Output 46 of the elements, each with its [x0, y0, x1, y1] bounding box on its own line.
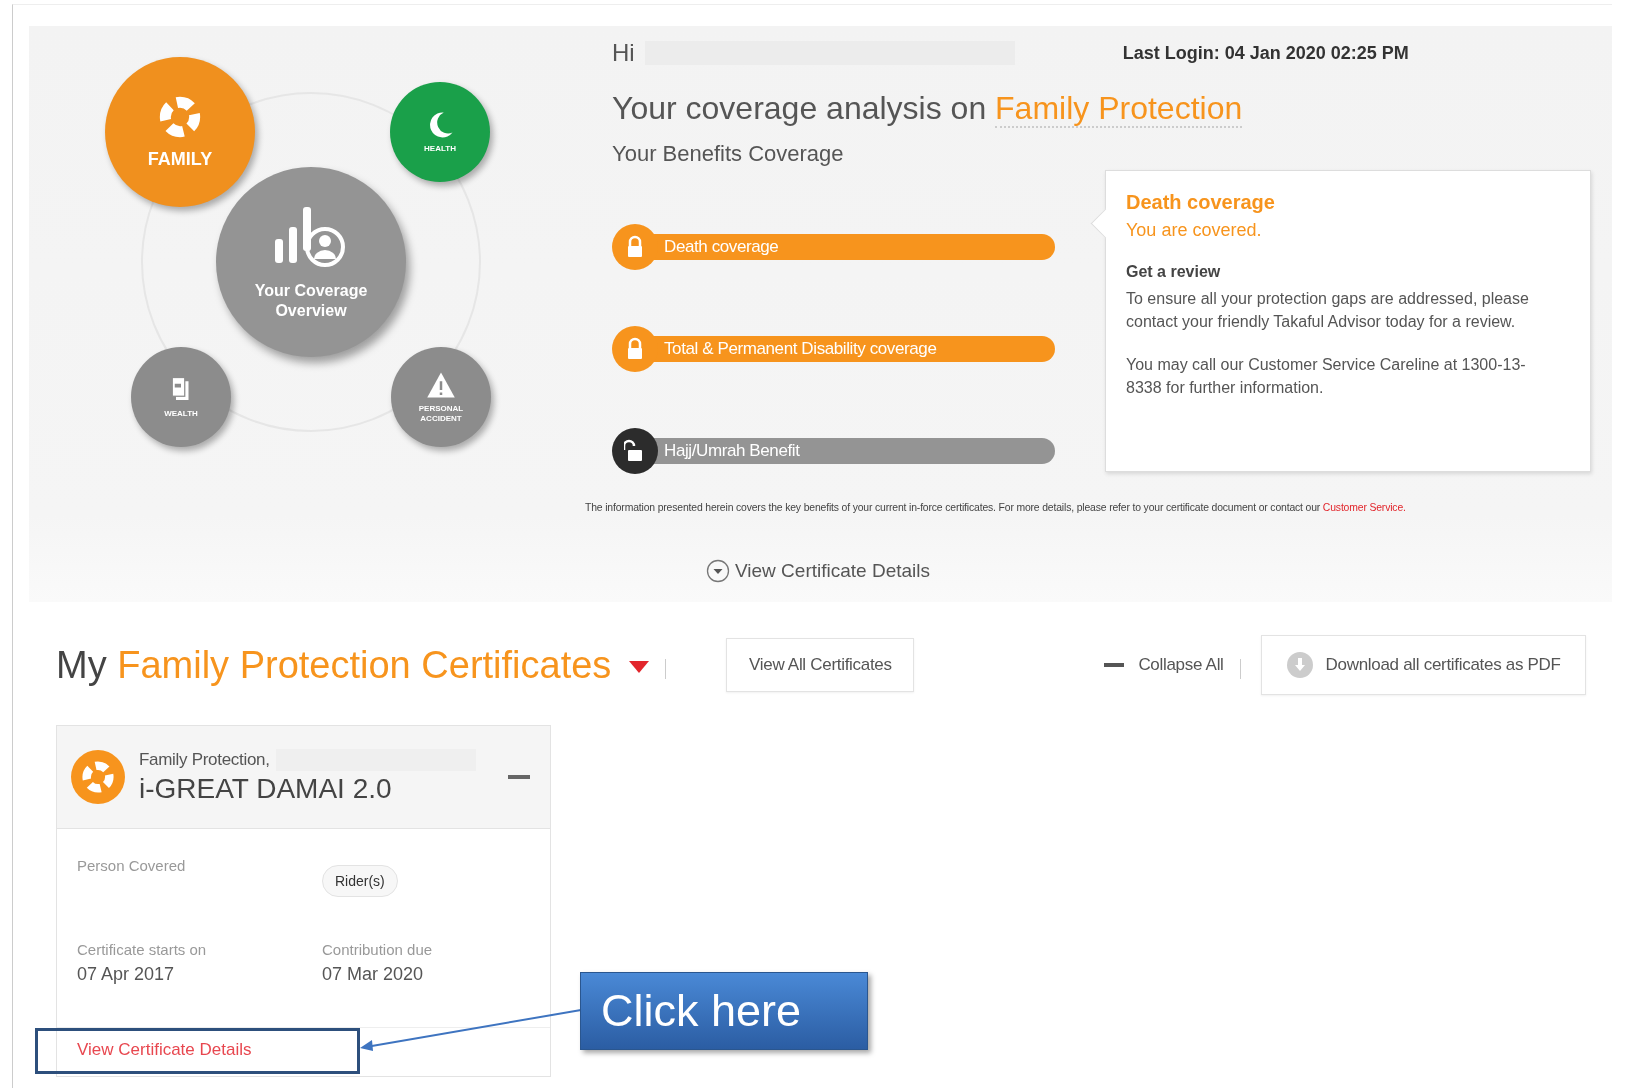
field-value: 07 Mar 2020	[322, 964, 425, 985]
click-here-callout: Click here	[580, 972, 868, 1050]
rider-tag[interactable]: Rider(s)	[322, 865, 398, 897]
circled-caret-down-icon	[706, 559, 730, 583]
customer-service-link[interactable]: Customer Service.	[1322, 502, 1406, 513]
benefits-subheading: Your Benefits Coverage	[612, 140, 845, 168]
popup-paragraph: You may call our Customer Service Careline at 1300-13-8338 for further information.	[1126, 355, 1527, 398]
field-label: Person Covered	[77, 857, 187, 876]
category-circle[interactable]: FAMILY	[105, 57, 255, 207]
category-label: HEALTH	[424, 144, 456, 154]
certificates-heading: My Family Protection Certificates	[56, 643, 612, 687]
benefit-bar[interactable]: Hajj/Umrah Benefit	[652, 438, 1055, 464]
field-label: Certificate starts on	[77, 941, 208, 958]
lifebuoy-icon	[158, 95, 202, 139]
view-certificate-details-toggle[interactable]: View Certificate Details	[706, 559, 930, 583]
disclaimer-text: The information presented herein covers the key benefits of your current in-force certificates. For more details, please refer to your certificate document or contact our Customer Service.	[585, 502, 1407, 513]
download-pdf-button[interactable]: Download all certificates as PDF	[1260, 635, 1586, 695]
product-name: i-GREAT DAMAI 2.0	[139, 773, 393, 805]
category-circle[interactable]: HEALTH	[390, 82, 490, 182]
greeting-text: Hi	[612, 39, 635, 67]
category-label: FAMILY	[147, 149, 213, 169]
overview-label: Your Coverage Overview	[253, 281, 369, 321]
last-login-text: Last Login: 04 Jan 2020 02:25 PM	[1122, 42, 1409, 64]
caret-down-icon[interactable]	[629, 661, 650, 675]
certificate-category: Family Protection,	[139, 750, 270, 770]
category-label: WEALTH	[164, 409, 198, 419]
view-certificate-details-link[interactable]: View Certificate Details	[77, 1040, 252, 1059]
download-icon	[1285, 651, 1314, 679]
warning-icon	[426, 370, 456, 400]
view-all-certificates-button[interactable]: View All Certificates	[726, 638, 915, 692]
field-label: Contribution due	[322, 941, 434, 958]
category-label: PERSONAL ACCIDENT	[417, 404, 465, 424]
overview-circle[interactable]: Your Coverage Overview	[216, 167, 406, 357]
benefit-bar[interactable]: Death coverage	[652, 234, 1055, 260]
popup-title: Death coverage	[1126, 191, 1276, 214]
benefit-bar[interactable]: Total & Permanent Disability coverage	[652, 336, 1055, 362]
lifebuoy-icon	[81, 760, 115, 794]
coverage-analysis-heading: Your coverage analysis on Family Protection	[612, 89, 1244, 128]
field-value: 07 Apr 2017	[77, 964, 176, 985]
category-circle[interactable]: PERSONAL ACCIDENT	[391, 347, 491, 447]
minus-icon	[1104, 663, 1125, 667]
review-heading: Get a review	[1126, 263, 1222, 281]
category-circle[interactable]: WEALTH	[131, 347, 231, 447]
collapse-all-button[interactable]: Collapse All	[1104, 655, 1224, 675]
coverage-status: You are covered.	[1126, 220, 1263, 241]
popup-paragraph: To ensure all your protection gaps are addressed, please contact your friendly Takaful Advisor today for a review.	[1126, 289, 1530, 332]
